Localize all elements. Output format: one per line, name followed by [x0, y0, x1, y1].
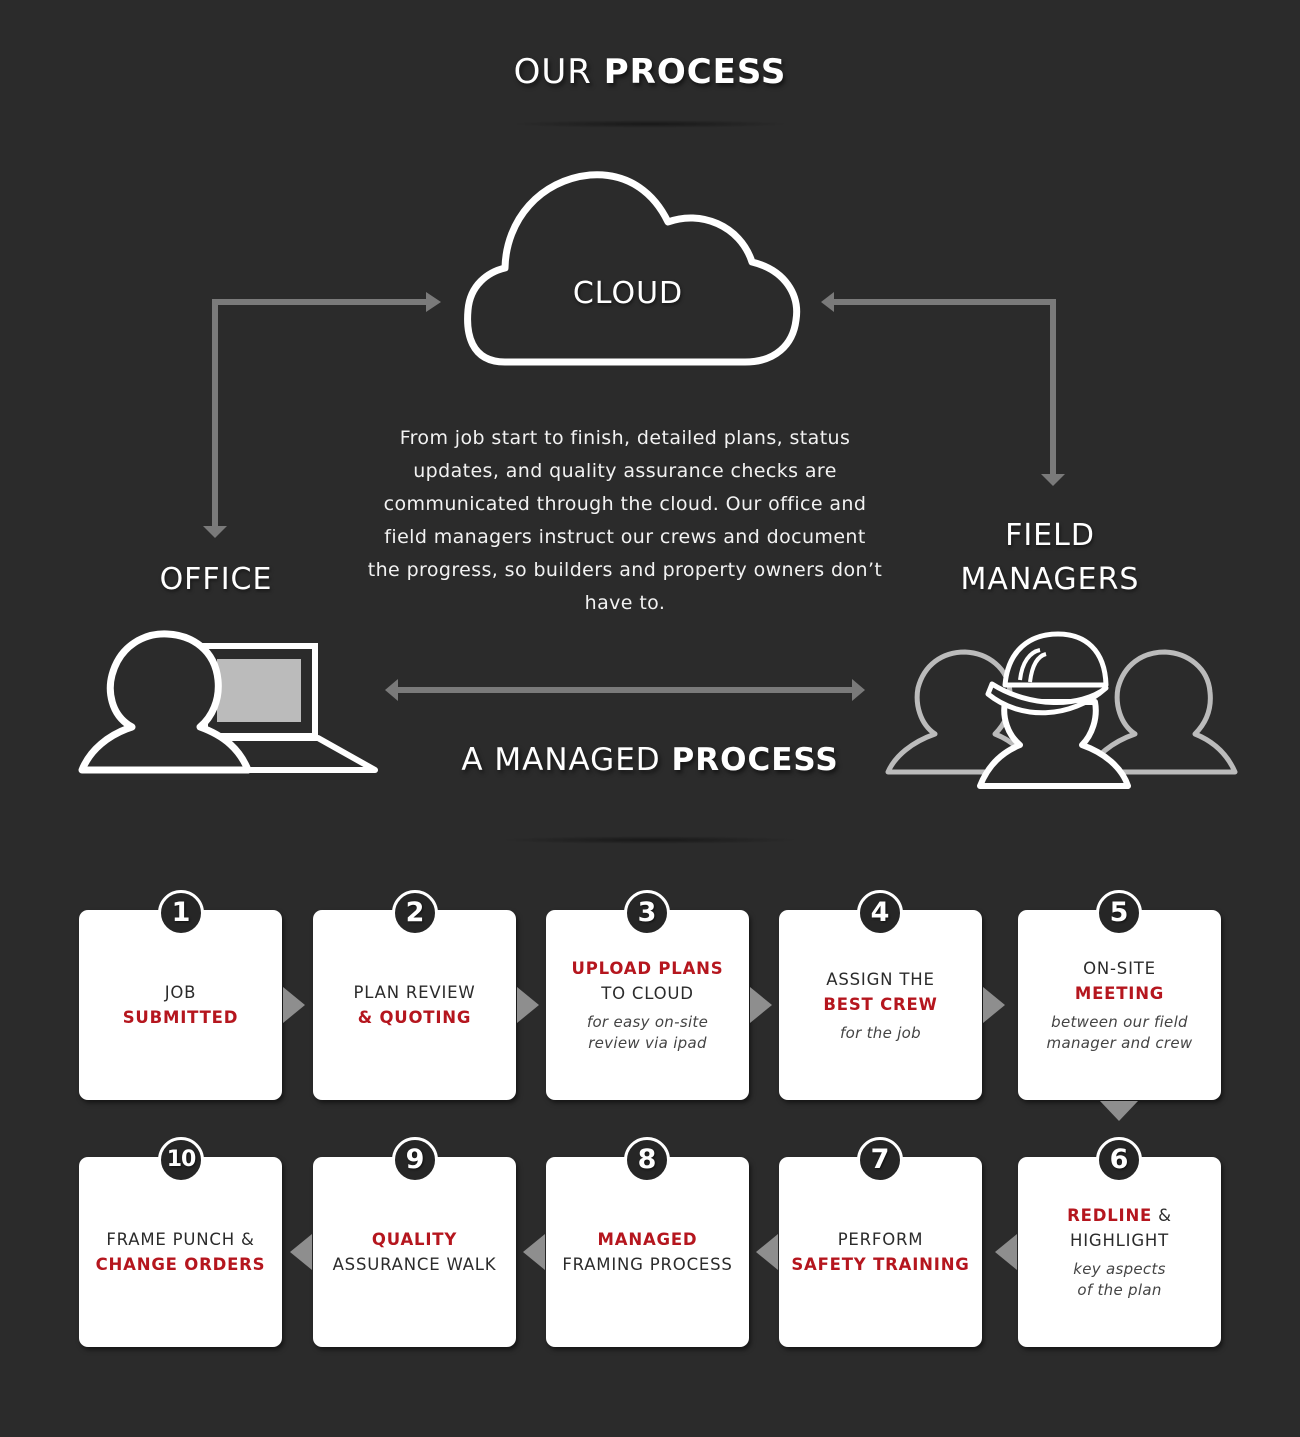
step-number-badge: 2	[392, 890, 438, 936]
flow-arrow-right-icon	[517, 987, 539, 1023]
step-card-6: REDLINE & HIGHLIGHT key aspects of the p…	[1018, 1157, 1221, 1347]
step-card-5: ON-SITE MEETING between our field manage…	[1018, 910, 1221, 1100]
divider	[500, 836, 800, 844]
step-number-badge: 6	[1096, 1137, 1142, 1183]
step-card-2: PLAN REVIEW & QUOTING	[313, 910, 516, 1100]
step-card-1: JOB SUBMITTED	[79, 910, 282, 1100]
step-card-8: MANAGED FRAMING PROCESS	[546, 1157, 749, 1347]
step-number-badge: 4	[857, 890, 903, 936]
flow-arrow-left-icon	[995, 1234, 1017, 1270]
flow-arrow-right-icon	[750, 987, 772, 1023]
flow-arrow-right-icon	[983, 987, 1005, 1023]
step-card-4: ASSIGN THE BEST CREW for the job	[779, 910, 982, 1100]
step-card-7: PERFORM SAFETY TRAINING	[779, 1157, 982, 1347]
flow-arrow-left-icon	[523, 1234, 545, 1270]
step-number-badge: 1	[158, 890, 204, 936]
section-title: A MANAGED PROCESS	[461, 742, 839, 778]
step-number-badge: 7	[857, 1137, 903, 1183]
step-number-badge: 9	[392, 1137, 438, 1183]
field-managers-hardhat-icon	[885, 631, 1238, 789]
step-number-badge: 10	[158, 1137, 204, 1183]
step-number-badge: 5	[1096, 890, 1142, 936]
flow-arrow-right-icon	[283, 987, 305, 1023]
step-number-badge: 3	[624, 890, 670, 936]
step-card-10: FRAME PUNCH & CHANGE ORDERS	[79, 1157, 282, 1347]
step-card-9: QUALITY ASSURANCE WALK	[313, 1157, 516, 1347]
flow-arrow-left-icon	[290, 1234, 312, 1270]
flow-arrow-down-icon	[1100, 1101, 1138, 1121]
flow-arrow-left-icon	[756, 1234, 778, 1270]
step-number-badge: 8	[624, 1137, 670, 1183]
step-card-3: UPLOAD PLANS TO CLOUD for easy on-site r…	[546, 910, 749, 1100]
